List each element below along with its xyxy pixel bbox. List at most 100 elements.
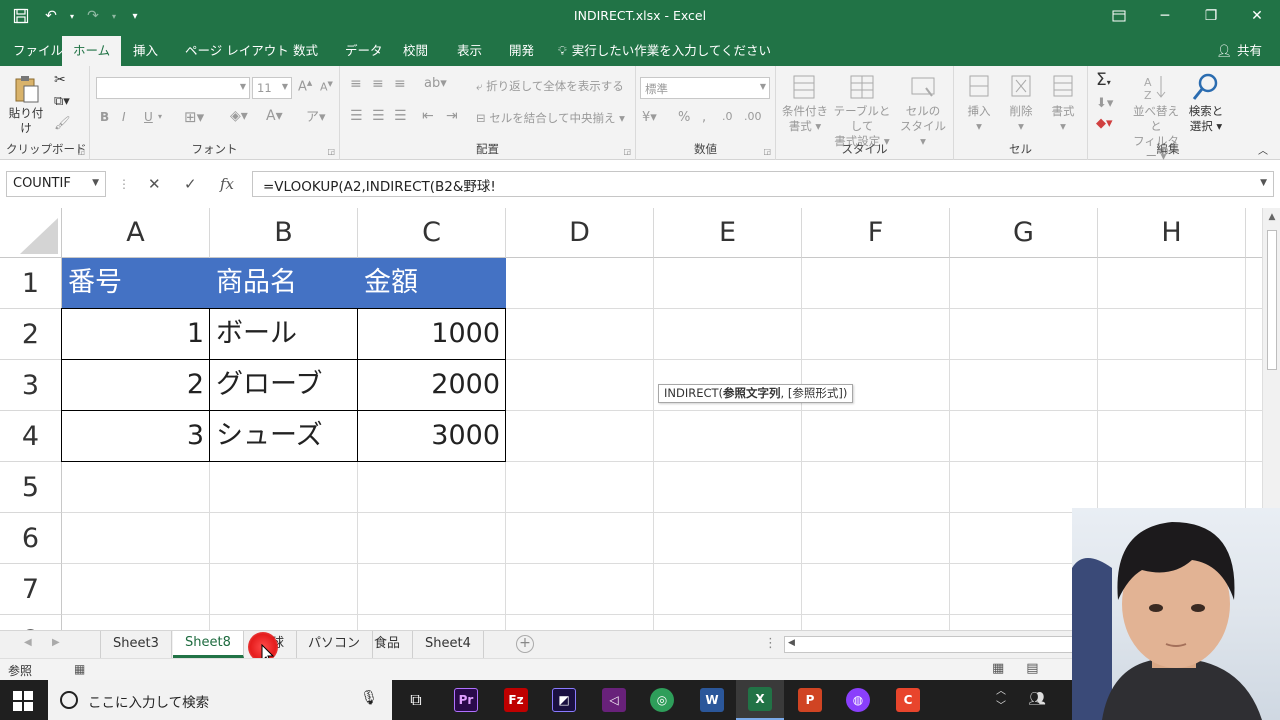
minimize-icon[interactable]: ─ xyxy=(1142,0,1188,32)
undo-dropdown-icon[interactable]: ▾ xyxy=(68,3,76,29)
column-header-d[interactable]: D xyxy=(506,208,654,258)
cell-c2[interactable]: 1000 xyxy=(358,309,506,360)
chevron-down-icon[interactable]: ▼ xyxy=(92,178,99,188)
restore-icon[interactable]: ❐ xyxy=(1188,0,1234,32)
tab-home[interactable]: ホーム xyxy=(62,36,122,66)
sheet-tab-sheet8[interactable]: Sheet8 xyxy=(173,631,244,658)
visual-studio-icon[interactable]: ◁ xyxy=(590,680,638,720)
font-name-combo[interactable]: ▼ xyxy=(96,77,250,99)
sheet-tab-sheet3[interactable]: Sheet3 xyxy=(100,631,172,658)
insert-function-icon[interactable]: fx xyxy=(220,171,234,197)
align-bottom-icon[interactable]: ≡ xyxy=(394,76,406,92)
cell-a3[interactable]: 2 xyxy=(62,360,210,411)
row-header-4[interactable]: 4 xyxy=(0,411,62,462)
clear-icon[interactable]: ◆▾ xyxy=(1096,116,1113,131)
number-format-combo[interactable]: 標準 ▼ xyxy=(640,77,770,99)
sheet-nav-next-icon[interactable]: ▶ xyxy=(52,637,60,648)
ribbon-display-options-icon[interactable] xyxy=(1096,0,1142,32)
sheet-nav-prev-icon[interactable]: ◀ xyxy=(24,637,32,648)
app-icon[interactable]: C xyxy=(884,680,932,720)
tray-scroll-icon[interactable]: ︿ ﹀ xyxy=(996,684,1006,714)
bold-button[interactable]: B xyxy=(100,110,109,124)
cell-c4[interactable]: 3000 xyxy=(358,411,506,462)
tab-page-layout[interactable]: ページ レイアウト xyxy=(174,36,300,66)
tab-review[interactable]: 校閲 xyxy=(392,36,439,66)
powerpoint-icon[interactable]: P xyxy=(786,680,834,720)
word-icon[interactable]: W xyxy=(688,680,736,720)
name-box[interactable]: COUNTIF ▼ xyxy=(6,171,106,197)
row-header-2[interactable]: 2 xyxy=(0,309,62,360)
task-view-icon[interactable]: ⧉ xyxy=(392,680,440,720)
people-icon[interactable]: 👥︎ xyxy=(1028,691,1046,707)
font-launcher-icon[interactable]: ◲ xyxy=(327,147,335,156)
format-as-table-button[interactable]: テーブルとして 書式設定 ▾ xyxy=(830,72,894,149)
tab-split-handle-icon[interactable]: ⋮ xyxy=(764,636,777,651)
clipboard-launcher-icon[interactable]: ◲ xyxy=(77,147,85,156)
underline-dropdown-icon[interactable]: ▾ xyxy=(158,112,162,121)
conditional-format-button[interactable]: 条件付き 書式 ▾ xyxy=(778,72,832,134)
add-sheet-icon[interactable]: + xyxy=(516,635,534,653)
currency-icon[interactable]: ¥▾ xyxy=(642,110,657,125)
tab-view[interactable]: 表示 xyxy=(446,36,493,66)
font-color-icon[interactable]: A▾ xyxy=(266,108,283,124)
cell-a1[interactable]: 番号 xyxy=(62,258,210,309)
macro-record-icon[interactable]: ▦ xyxy=(74,662,85,676)
row-header-5[interactable]: 5 xyxy=(0,462,62,513)
media-encoder-icon[interactable]: ◩ xyxy=(540,680,588,720)
collapse-ribbon-icon[interactable]: ︿ xyxy=(1258,142,1268,157)
wrap-text-button[interactable]: ⤶ 折り返して全体を表示する xyxy=(476,78,624,94)
delete-cells-button[interactable]: 削除 ▾ xyxy=(1000,72,1042,134)
cell-c3[interactable]: 2000 xyxy=(358,360,506,411)
tab-insert[interactable]: 挿入 xyxy=(122,36,169,66)
increase-font-icon[interactable]: A▲ xyxy=(298,79,312,94)
cancel-icon[interactable]: ✕ xyxy=(148,171,161,197)
column-header-a[interactable]: A xyxy=(62,208,210,258)
column-header-h[interactable]: H xyxy=(1098,208,1246,258)
insert-cells-button[interactable]: 挿入 ▾ xyxy=(958,72,1000,134)
premiere-icon[interactable]: Pr xyxy=(442,680,490,720)
orientation-icon[interactable]: ab▾ xyxy=(424,76,447,91)
column-header-b[interactable]: B xyxy=(210,208,358,258)
excel-icon[interactable]: X xyxy=(736,680,784,720)
windows-start-icon[interactable] xyxy=(12,690,34,712)
align-left-icon[interactable]: ☰ xyxy=(350,108,363,124)
cell-b4[interactable]: シューズ xyxy=(210,411,358,462)
tell-me-box[interactable]: 💡︎ 実行したい作業を入力してください xyxy=(558,36,771,66)
alignment-launcher-icon[interactable]: ◲ xyxy=(623,147,631,156)
taskbar-search-box[interactable]: ここに入力して検索 🎙︎ xyxy=(48,680,392,720)
align-middle-icon[interactable]: ≡ xyxy=(372,76,384,92)
comma-icon[interactable]: , xyxy=(702,110,706,125)
sheet-tab-food[interactable]: 食品 xyxy=(362,631,414,658)
column-header-c[interactable]: C xyxy=(358,208,506,258)
cell-styles-button[interactable]: セルの スタイル ▾ xyxy=(896,72,950,149)
row-header-8[interactable]: 8 xyxy=(0,615,62,630)
decrease-decimal-icon[interactable]: .00 xyxy=(744,110,762,123)
microphone-icon[interactable]: 🎙︎ xyxy=(360,690,378,706)
sheet-tab-sheet4[interactable]: Sheet4 xyxy=(413,631,484,658)
filezilla-icon[interactable]: Fz xyxy=(492,680,540,720)
redo-icon[interactable]: ↷ xyxy=(80,3,106,29)
increase-decimal-icon[interactable]: .0 xyxy=(722,110,733,123)
expand-formula-icon[interactable]: ▼ xyxy=(1260,178,1267,188)
tab-data[interactable]: データ xyxy=(334,36,394,66)
paste-button[interactable]: 貼り付け xyxy=(4,74,48,136)
close-icon[interactable]: ✕ xyxy=(1234,0,1280,32)
chrome-icon[interactable]: ◎ xyxy=(638,680,686,720)
row-header-7[interactable]: 7 xyxy=(0,564,62,615)
vertical-scroll-thumb[interactable] xyxy=(1267,230,1277,370)
underline-button[interactable]: U xyxy=(144,110,153,124)
fill-icon[interactable]: ⬇▾ xyxy=(1096,96,1113,111)
autosum-icon[interactable]: Σ▾ xyxy=(1096,70,1111,90)
align-center-icon[interactable]: ☰ xyxy=(372,108,385,124)
font-size-combo[interactable]: 11 ▼ xyxy=(252,77,292,99)
redo-dropdown-icon[interactable]: ▾ xyxy=(110,3,118,29)
normal-view-icon[interactable]: ▦ xyxy=(992,661,1004,676)
page-layout-view-icon[interactable]: ▤ xyxy=(1026,661,1038,676)
row-header-6[interactable]: 6 xyxy=(0,513,62,564)
share-button[interactable]: 👤︎ 共有 xyxy=(1216,36,1262,66)
copy-icon[interactable]: ⧉▾ xyxy=(54,94,70,109)
cell-b3[interactable]: グローブ xyxy=(210,360,358,411)
enter-icon[interactable]: ✓ xyxy=(184,171,197,197)
percent-button[interactable]: % xyxy=(678,110,690,125)
number-launcher-icon[interactable]: ◲ xyxy=(763,147,771,156)
